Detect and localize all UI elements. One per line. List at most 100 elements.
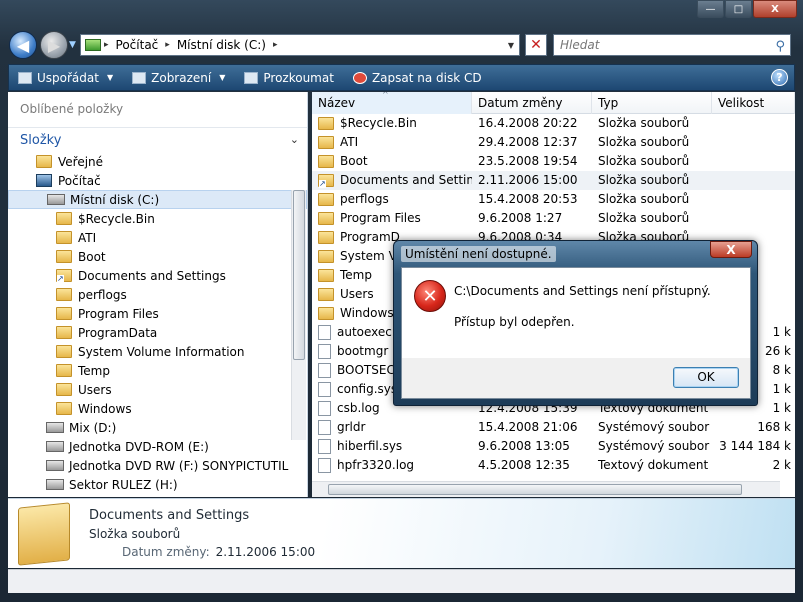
- recent-pages-dropdown-icon[interactable]: ▼: [69, 40, 76, 50]
- tree-item[interactable]: Windows: [8, 399, 307, 418]
- scrollbar-thumb[interactable]: [293, 190, 305, 360]
- file-row[interactable]: hiberfil.sys 9.6.2008 13:05 Systémový soub…: [312, 437, 795, 456]
- breadcrumb-local-disk[interactable]: Místní disk (C:): [173, 38, 270, 52]
- file-row[interactable]: $Recycle.Bin 16.4.2008 20:22 Složka soubor…: [312, 114, 795, 133]
- file-list-scrollbar[interactable]: [312, 481, 780, 497]
- dialog-message: C:\Documents and Settings není přístupný…: [454, 284, 711, 298]
- file-type-cell: Složka souborů: [598, 135, 690, 149]
- folder-icon: [56, 345, 72, 358]
- tree-item[interactable]: Mix (D:): [8, 418, 307, 437]
- file-icon: [318, 363, 331, 378]
- tree-item[interactable]: Počítač: [8, 171, 307, 190]
- organize-icon: [18, 71, 32, 84]
- file-name: Boot: [340, 154, 368, 168]
- address-dropdown-icon[interactable]: ▼: [503, 41, 519, 50]
- window-close-button[interactable]: X: [753, 0, 797, 18]
- tree-item[interactable]: Místní disk (C:): [8, 190, 307, 209]
- help-button[interactable]: ?: [771, 69, 788, 86]
- search-input[interactable]: Hledat ⚲: [553, 34, 791, 56]
- explore-button[interactable]: Prozkoumat: [244, 71, 334, 85]
- file-type-cell: Systémový soubor: [598, 420, 710, 434]
- breadcrumb-separator-icon[interactable]: ▸: [270, 40, 281, 50]
- folder-icon: [56, 250, 72, 263]
- address-bar[interactable]: ▸ Počítač ▸ Místní disk (C:) ▸ ▼: [80, 34, 520, 56]
- file-row[interactable]: Program Files 9.6.2008 1:27 Složka souborů: [312, 209, 795, 228]
- favorites-header[interactable]: Oblíbené položky: [8, 92, 307, 128]
- tree-item[interactable]: Boot: [8, 247, 307, 266]
- forward-button[interactable]: ▶: [40, 31, 68, 59]
- ok-button[interactable]: OK: [673, 367, 739, 388]
- computer-icon: [36, 174, 52, 187]
- burn-cd-label: Zapsat na disk CD: [371, 70, 482, 85]
- breadcrumb-separator-icon[interactable]: ▸: [101, 40, 112, 50]
- file-name: Users: [340, 287, 374, 301]
- drive-icon: [47, 194, 65, 205]
- dialog-close-button[interactable]: X: [710, 241, 752, 258]
- views-label: Zobrazení: [151, 70, 212, 85]
- file-type-cell: Textový dokument: [598, 458, 709, 472]
- file-size-cell: [712, 133, 795, 152]
- folder-icon: [56, 307, 72, 320]
- column-type[interactable]: Typ: [592, 92, 712, 114]
- dialog-detail: Přístup byl odepřen.: [454, 315, 575, 329]
- tree-item[interactable]: ProgramData: [8, 323, 307, 342]
- tree-item[interactable]: System Volume Information: [8, 342, 307, 361]
- tree-item[interactable]: Veřejné: [8, 152, 307, 171]
- views-button[interactable]: Zobrazení ▼: [132, 71, 225, 85]
- file-row[interactable]: Boot 23.5.2008 19:54 Složka souborů: [312, 152, 795, 171]
- chevron-down-icon[interactable]: ⌄: [290, 133, 299, 146]
- file-row[interactable]: grldr 15.4.2008 21:06 Systémový soubor 168 …: [312, 418, 795, 437]
- file-name: $Recycle.Bin: [340, 116, 417, 130]
- folders-header[interactable]: Složky ⌄: [8, 128, 307, 152]
- back-button[interactable]: ◀: [9, 31, 37, 59]
- folder-icon: [318, 269, 334, 282]
- folder-icon: [318, 174, 334, 188]
- file-name: ATI: [340, 135, 359, 149]
- tree-item[interactable]: perflogs: [8, 285, 307, 304]
- tree-item-label: perflogs: [78, 287, 127, 302]
- folder-icon: [56, 212, 72, 225]
- file-name: csb.log: [337, 401, 380, 415]
- file-date-cell: 15.4.2008 20:53: [478, 192, 578, 206]
- file-row[interactable]: hpfr3320.log 4.5.2008 12:35 Textový dokume…: [312, 456, 795, 475]
- command-toolbar: Uspořádat ▼ Zobrazení ▼ Prozkoumat Zapsa…: [8, 64, 795, 91]
- maximize-button[interactable]: □: [725, 0, 752, 18]
- file-name-cell: grldr: [312, 418, 472, 437]
- tree-scrollbar[interactable]: [291, 190, 306, 440]
- tree-item[interactable]: Temp: [8, 361, 307, 380]
- file-row[interactable]: ATI 29.4.2008 12:37 Složka souborů: [312, 133, 795, 152]
- tree-item[interactable]: ATI: [8, 228, 307, 247]
- tree-item[interactable]: $Recycle.Bin: [8, 209, 307, 228]
- tree-item[interactable]: Jednotka DVD-ROM (E:): [8, 437, 307, 456]
- details-pane: Documents and Settings Složka souborů Da…: [8, 498, 795, 568]
- tree-item[interactable]: Program Files: [8, 304, 307, 323]
- tree-item[interactable]: Documents and Settings: [8, 266, 307, 285]
- tree-item[interactable]: Jednotka DVD RW (F:) SONYPICTUTIL: [8, 456, 307, 475]
- breadcrumb-separator-icon[interactable]: ▸: [162, 40, 173, 50]
- file-size-cell: [712, 152, 795, 171]
- tree-item[interactable]: Sektor RULEZ (H:): [8, 475, 307, 494]
- error-dialog: Umístění není dostupné. X ✕ C:\Documents…: [393, 240, 758, 406]
- file-date-cell: 16.4.2008 20:22: [478, 116, 578, 130]
- burn-cd-icon: [352, 71, 367, 84]
- search-icon[interactable]: ⚲: [775, 37, 785, 57]
- column-size[interactable]: Velikost: [712, 92, 795, 114]
- tree-item-label: Windows: [78, 401, 132, 416]
- tree-item-label: Počítač: [58, 173, 101, 188]
- burn-cd-button[interactable]: Zapsat na disk CD: [352, 70, 482, 85]
- minimize-button[interactable]: —: [697, 0, 724, 18]
- column-name[interactable]: ^ Název: [312, 92, 472, 114]
- file-row[interactable]: Documents and Settings 2.11.2006 15:00 Slo…: [312, 171, 795, 190]
- file-name: bootmgr: [337, 344, 389, 358]
- file-row[interactable]: perflogs 15.4.2008 20:53 Složka souborů: [312, 190, 795, 209]
- scrollbar-thumb[interactable]: [328, 484, 742, 495]
- tree-item[interactable]: Users: [8, 380, 307, 399]
- file-name-cell: Documents and Settings: [312, 171, 472, 190]
- organize-button[interactable]: Uspořádat ▼: [18, 71, 113, 85]
- column-date[interactable]: Datum změny: [472, 92, 592, 114]
- file-icon: [318, 382, 331, 397]
- dialog-body: ✕ C:\Documents and Settings není přístup…: [401, 267, 751, 399]
- stop-button[interactable]: ✕: [525, 34, 547, 56]
- breadcrumb-computer[interactable]: Počítač: [112, 38, 163, 52]
- computer-icon: [85, 39, 101, 51]
